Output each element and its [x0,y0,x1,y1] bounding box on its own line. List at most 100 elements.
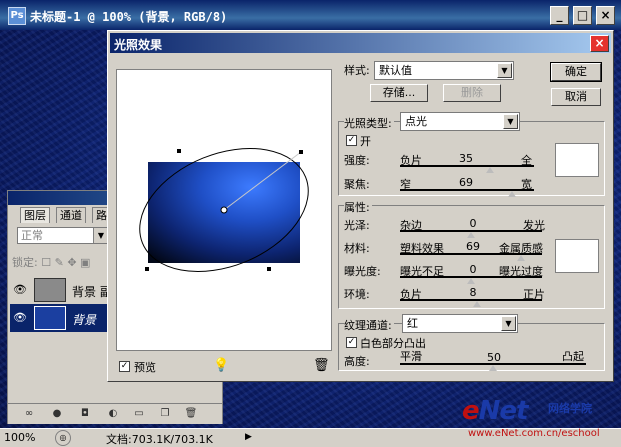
document-title: 未标题-1 @ 100% (背景, RGB/8) [30,10,228,24]
chevron-down-icon: ▼ [503,114,518,129]
ambient-color-swatch[interactable] [555,239,599,273]
dialog-title: 光照效果 [114,38,163,52]
link-icon[interactable]: ∞ [22,407,36,421]
doc-size: 文档:703.1K/703.1K [106,433,213,446]
ambience-slider-thumb[interactable] [473,301,481,307]
trash-icon[interactable]: 🗑 [184,407,198,421]
layer-thumbnail [34,306,66,330]
layer-row[interactable]: 👁 背景 [10,304,114,332]
texture-channel-label: 纹理通道: [344,317,394,333]
exposure-value[interactable]: 0 [453,263,493,276]
close-button[interactable]: × [596,6,615,25]
layer-name: 背景 副 [72,285,112,299]
preview-label: 预览 [134,361,156,374]
tab-channels[interactable]: 通道 [56,207,86,223]
lock-transparency-icon[interactable]: ☐ [41,256,51,269]
light-handle[interactable] [177,149,181,153]
chevron-down-icon: ▼ [501,316,516,331]
ok-button[interactable]: 确定 [550,62,602,82]
light-handle[interactable] [299,150,303,154]
style-value: 默认值 [379,64,412,77]
intensity-slider-thumb[interactable] [486,167,494,173]
texture-channel-value: 红 [407,317,418,330]
intensity-value[interactable]: 35 [446,152,486,165]
blend-mode-value: 正常 [21,229,43,242]
lock-move-icon[interactable]: ✥ [67,256,76,269]
layer-name: 背景 [72,313,97,327]
properties-label: 属性: [344,199,372,215]
texture-channel-select[interactable]: 红 ▼ [402,314,518,333]
document-title-bar: Ps 未标题-1 @ 100% (背景, RGB/8) _ □ × [0,0,621,30]
new-layer-icon[interactable]: ❐ [158,407,172,421]
dialog-title-bar[interactable]: 光照效果 × [110,33,611,53]
mask-icon[interactable]: ◘ [78,407,92,421]
gloss-slider-thumb[interactable] [467,232,475,238]
folder-icon[interactable]: ▭ [132,407,146,421]
height-left-label: 平滑 [400,350,422,363]
intensity-label: 强度: [344,154,370,167]
light-type-value: 点光 [405,115,427,128]
enet-school-text: 网络学院 [548,402,592,415]
ambience-label: 环境: [344,288,370,301]
light-on-checkbox[interactable]: ✓ [346,135,357,146]
ambience-value[interactable]: 8 [453,286,493,299]
lock-brush-icon[interactable]: ✎ [55,256,64,269]
enet-logo: eNet [462,396,528,426]
lock-row: 锁定: ☐ ✎ ✥ ▣ [12,254,90,270]
blend-mode-select[interactable]: 正常 ▼ [17,227,109,244]
light-handle[interactable] [145,267,149,271]
style-label: 样式: [344,64,370,77]
trash-icon[interactable]: 🗑 [313,358,330,373]
photoshop-icon: Ps [8,7,26,25]
cancel-button[interactable]: 取消 [551,88,601,106]
info-icon[interactable]: ◎ [55,430,71,446]
layer-thumbnail [34,278,66,302]
exposure-label: 曝光度: [344,265,381,278]
enet-url: www.eNet.com.cn/eschool [468,428,600,439]
save-button[interactable]: 存储... [370,84,428,102]
delete-button[interactable]: 删除 [443,84,501,102]
light-bulb-icon[interactable]: 💡 [213,358,229,373]
exposure-slider-thumb[interactable] [467,278,475,284]
material-label: 材料: [344,242,370,255]
minimize-button[interactable]: _ [550,6,569,25]
white-high-checkbox[interactable]: ✓ [346,337,357,348]
ambience-slider[interactable] [400,299,542,301]
light-handle[interactable] [267,267,271,271]
focus-label: 聚焦: [344,178,370,191]
light-on-label: 开 [360,135,371,148]
tab-layers[interactable]: 图层 [20,207,50,223]
fx-icon[interactable]: ● [50,407,64,421]
eye-icon[interactable]: 👁 [13,312,27,324]
lock-all-icon[interactable]: ▣ [80,256,90,269]
light-color-swatch[interactable] [555,143,599,177]
focus-value[interactable]: 69 [446,176,486,189]
material-value[interactable]: 69 [453,240,493,253]
style-select[interactable]: 默认值 ▼ [374,61,514,80]
focus-slider-thumb[interactable] [508,191,516,197]
eye-icon[interactable]: 👁 [13,284,27,296]
dialog-close-button[interactable]: × [590,35,609,52]
height-label: 高度: [344,355,370,368]
maximize-button[interactable]: □ [573,6,592,25]
preview-checkbox[interactable]: ✓ [119,361,130,372]
preview-area[interactable] [116,69,332,351]
layers-footer: ∞ ● ◘ ◐ ▭ ❐ 🗑 [8,403,222,424]
height-slider-thumb[interactable] [489,365,497,371]
material-slider-thumb[interactable] [517,255,525,261]
chevron-down-icon: ▼ [497,63,512,78]
gloss-label: 光泽: [344,219,370,232]
light-center-handle[interactable] [220,206,228,214]
zoom-level[interactable]: 100% [4,431,35,444]
adjust-icon[interactable]: ◐ [106,407,120,421]
gloss-value[interactable]: 0 [453,217,493,230]
lock-label: 锁定: [12,256,38,269]
lighting-effects-dialog: 光照效果 × ✓ 预览 💡 🗑 样式: 默认值 ▼ 存储... 删除 确定 取消… [107,30,614,382]
intensity-slider[interactable] [400,165,534,167]
status-menu-arrow-icon[interactable]: ▶ [245,432,252,442]
light-type-label: 光照类型: [344,115,394,131]
layer-row[interactable]: 👁 背景 副 [10,276,114,304]
preview-canvas[interactable] [117,70,331,350]
light-type-select[interactable]: 点光 ▼ [400,112,520,131]
chevron-down-icon: ▼ [93,228,108,243]
